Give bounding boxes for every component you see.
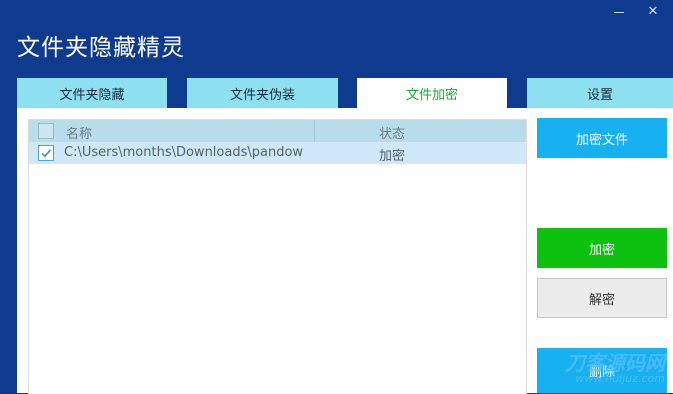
file-list: 名称 状态 C:\Users\months\Downloads\pandow 加…	[28, 119, 527, 394]
file-path: C:\Users\months\Downloads\pandow	[64, 145, 304, 160]
close-icon: ✕	[647, 4, 659, 19]
close-button[interactable]: ✕	[647, 4, 659, 19]
column-divider[interactable]	[314, 120, 315, 142]
list-header: 名称 状态	[29, 120, 526, 142]
tab-folder-disguise[interactable]: 文件夹伪装	[187, 78, 338, 108]
check-icon	[41, 149, 52, 158]
file-status: 加密	[379, 149, 406, 164]
tab-file-encrypt[interactable]: 文件加密	[357, 78, 507, 108]
column-header-status[interactable]: 状态	[379, 123, 405, 142]
column-header-name[interactable]: 名称	[66, 123, 92, 142]
encrypt-button[interactable]: 加密	[537, 228, 667, 268]
tab-settings[interactable]: 设置	[527, 78, 673, 108]
delete-button[interactable]: 删除	[537, 348, 667, 393]
app-window: 文件夹隐藏精灵 ✕ 文件夹隐藏 文件夹伪装 文件加密 设置 名称 状态 C:\U…	[0, 0, 673, 394]
app-title: 文件夹隐藏精灵	[17, 35, 185, 61]
window-controls: ✕	[613, 4, 659, 19]
decrypt-button[interactable]: 解密	[537, 278, 667, 318]
list-item[interactable]: C:\Users\months\Downloads\pandow 加密	[29, 142, 526, 164]
row-checkbox[interactable]	[38, 145, 54, 161]
minimize-button[interactable]	[613, 6, 625, 18]
tab-folder-hide[interactable]: 文件夹隐藏	[17, 78, 167, 108]
select-all-checkbox[interactable]	[38, 123, 54, 139]
encrypt-file-button[interactable]: 加密文件	[537, 118, 667, 158]
minimize-icon	[614, 11, 624, 13]
tab-content-panel: 名称 状态 C:\Users\months\Downloads\pandow 加…	[17, 108, 673, 394]
